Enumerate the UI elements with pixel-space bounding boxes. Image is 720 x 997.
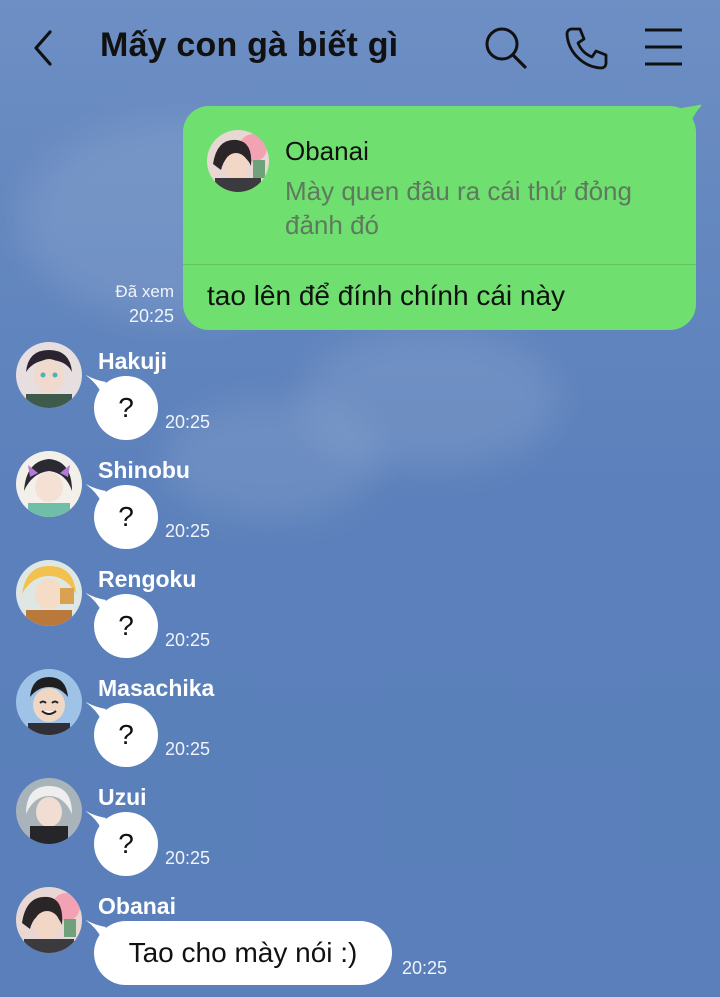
received-message-bubble[interactable]: ? [86,702,158,767]
chat-title: Mấy con gà biết gì [100,26,399,64]
reply-sender-name: Obanai [285,136,369,166]
avatar-masachika[interactable] [16,669,82,735]
bubble-tail [86,484,106,503]
avatar-uzui[interactable] [16,778,82,844]
search-button[interactable] [482,24,530,72]
message-time: 20:25 [165,630,211,650]
received-message-bubble[interactable]: Tao cho mày nói :) [86,920,392,985]
message-text: ? [118,828,134,859]
message-time: 20:25 [165,739,211,759]
sent-message-text: tao lên để đính chính cái này [207,280,566,311]
message-text: Tao cho mày nói :) [128,937,358,968]
sender-name: Shinobu [98,457,190,483]
avatar-obanai[interactable] [16,887,82,953]
menu-icon [645,28,682,66]
received-message-bubble[interactable]: ? [86,375,158,440]
sender-name: Masachika [98,675,215,701]
back-button[interactable] [28,28,58,68]
sender-name: Obanai [98,893,176,919]
bubble-tail [86,593,106,612]
divider [183,264,696,265]
message-text: ? [118,610,134,641]
reply-avatar [207,130,269,192]
message-time: 20:25 [165,848,211,868]
chat-header: Mấy con gà biết gì [0,0,720,96]
phone-icon [565,27,608,70]
avatar-rengoku[interactable] [16,560,82,626]
call-button[interactable] [562,24,610,72]
message-time: 20:25 [128,306,174,326]
reply-quoted-text: Mày quen đâu ra cái thứ đỏng đảnh đó [285,176,632,240]
sender-name: Hakuji [98,348,168,374]
bubble-tail [681,104,701,122]
message-text: ? [118,719,134,750]
bubble-tail [86,702,106,721]
message-time: 20:25 [165,521,211,541]
bubble-tail [86,375,106,394]
sender-name: Uzui [98,784,147,810]
sent-message-bubble[interactable]: Obanai Mày quen đâu ra cái thứ đỏng đảnh… [183,104,701,330]
sender-name: Rengoku [98,566,197,592]
received-message-bubble[interactable]: ? [86,593,158,658]
bubble-tail [86,811,106,830]
received-message-bubble[interactable]: ? [86,811,158,876]
menu-button[interactable] [640,24,688,72]
message-time: 20:25 [165,412,211,432]
message-text: ? [118,392,134,423]
received-message-bubble[interactable]: ? [86,484,158,549]
avatar-shinobu[interactable] [16,451,82,517]
message-text: ? [118,501,134,532]
back-icon [34,30,52,66]
bubble-tail [86,920,106,939]
avatar-hakuji[interactable] [16,342,82,408]
search-icon [485,27,527,69]
message-time: 20:25 [402,958,448,978]
read-status: Đã xem [115,282,174,301]
